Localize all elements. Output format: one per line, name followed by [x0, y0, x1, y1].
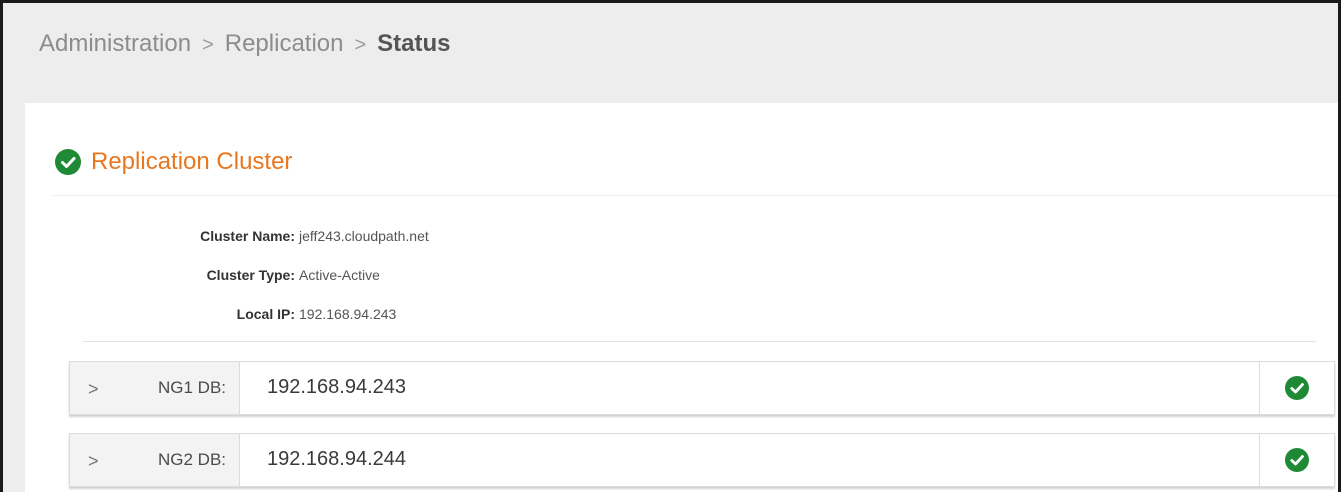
breadcrumb-current: Status	[377, 30, 451, 57]
db-row-ng2[interactable]: > NG2 DB: 192.168.94.244	[69, 433, 1335, 487]
chevron-right-icon[interactable]: >	[88, 379, 99, 400]
db-status-cell	[1259, 434, 1334, 486]
db-label: NG2 DB:	[158, 450, 227, 469]
local-ip-row: Local IP: 192.168.94.243	[25, 306, 585, 326]
db-ip: 192.168.94.243	[267, 376, 407, 398]
divider	[83, 341, 1316, 342]
chevron-right-icon[interactable]: >	[88, 451, 99, 472]
breadcrumb-separator: >	[202, 34, 214, 56]
cluster-type-row: Cluster Type: Active-Active	[25, 267, 585, 287]
db-label: NG1 DB:	[158, 378, 227, 397]
breadcrumb-separator: >	[354, 34, 367, 56]
db-row-ng1[interactable]: > NG1 DB: 192.168.94.243	[69, 361, 1335, 415]
section-title: Replication Cluster	[91, 148, 293, 175]
check-circle-icon	[55, 149, 81, 175]
db-ip: 192.168.94.244	[267, 448, 407, 470]
check-circle-icon	[1285, 376, 1309, 400]
breadcrumb-item-administration[interactable]: Administration	[39, 30, 191, 57]
cluster-type-label: Cluster Type:	[206, 267, 295, 283]
db-status-cell	[1259, 362, 1334, 414]
breadcrumb: Administration > Replication > Status	[39, 30, 451, 58]
db-row-header[interactable]: > NG2 DB:	[70, 434, 240, 486]
content-panel: Replication Cluster Cluster Name: jeff24…	[25, 103, 1338, 492]
divider	[53, 195, 1338, 196]
local-ip-value: 192.168.94.243	[299, 306, 397, 322]
section-header: Replication Cluster	[55, 148, 292, 176]
cluster-name-row: Cluster Name: jeff243.cloudpath.net	[25, 228, 585, 248]
breadcrumb-item-replication[interactable]: Replication	[225, 30, 344, 57]
cluster-name-value: jeff243.cloudpath.net	[299, 228, 429, 244]
db-row-header[interactable]: > NG1 DB:	[70, 362, 240, 414]
check-circle-icon	[1285, 448, 1309, 472]
cluster-name-label: Cluster Name:	[200, 228, 295, 244]
app-frame: Administration > Replication > Status Replic…	[0, 0, 1341, 492]
cluster-type-value: Active-Active	[299, 267, 380, 283]
local-ip-label: Local IP:	[236, 306, 295, 322]
